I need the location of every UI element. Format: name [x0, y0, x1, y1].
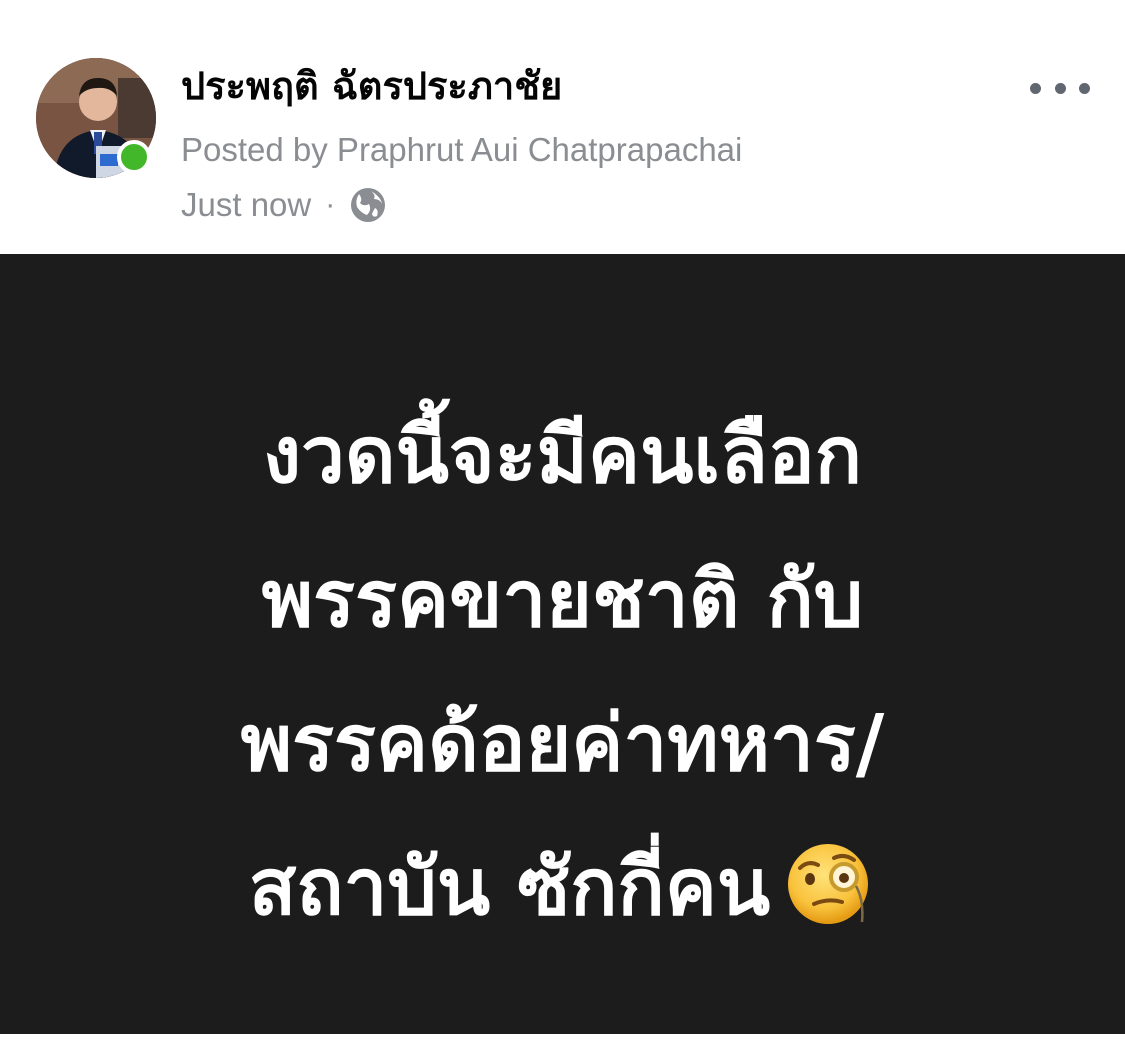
meta-separator: · [325, 188, 336, 221]
author-name[interactable]: ประพฤติ ฉัตรประภาชัย [181, 62, 562, 110]
post-text-line: งวดนี้จะมีคนเลือก [263, 411, 862, 501]
post-text-line-last: สถาบัน ซักกี่คน [60, 816, 1065, 960]
post-meta: Just now · [181, 182, 387, 228]
posted-by-label: Posted by Praphrut Aui Chatprapachai [181, 131, 743, 168]
post-timestamp[interactable]: Just now [181, 186, 311, 224]
globe-icon[interactable] [349, 186, 387, 224]
post-text-line: พรรคด้อยค่าทหาร/ [240, 699, 885, 789]
post-text-line-content: สถาบัน ซักกี่คน [248, 843, 771, 933]
post-text-line: พรรคขายชาติ กับ [261, 555, 864, 645]
more-options-icon-dot [1054, 82, 1066, 94]
more-options-icon-dot [1079, 82, 1090, 94]
face-with-monocle-emoji [788, 844, 869, 924]
more-options-button[interactable] [1030, 70, 1090, 106]
post-header: ประพฤติ ฉัตรประภาชัย Posted by Praphrut … [0, 0, 1125, 254]
online-status-indicator [117, 140, 151, 174]
more-options-icon [1030, 82, 1041, 94]
post-content-card[interactable]: งวดนี้จะมีคนเลือก พรรคขายชาติ กับ พรรคด้… [0, 254, 1125, 1034]
post-text: งวดนี้จะมีคนเลือก พรรคขายชาติ กับ พรรคด้… [60, 384, 1065, 960]
